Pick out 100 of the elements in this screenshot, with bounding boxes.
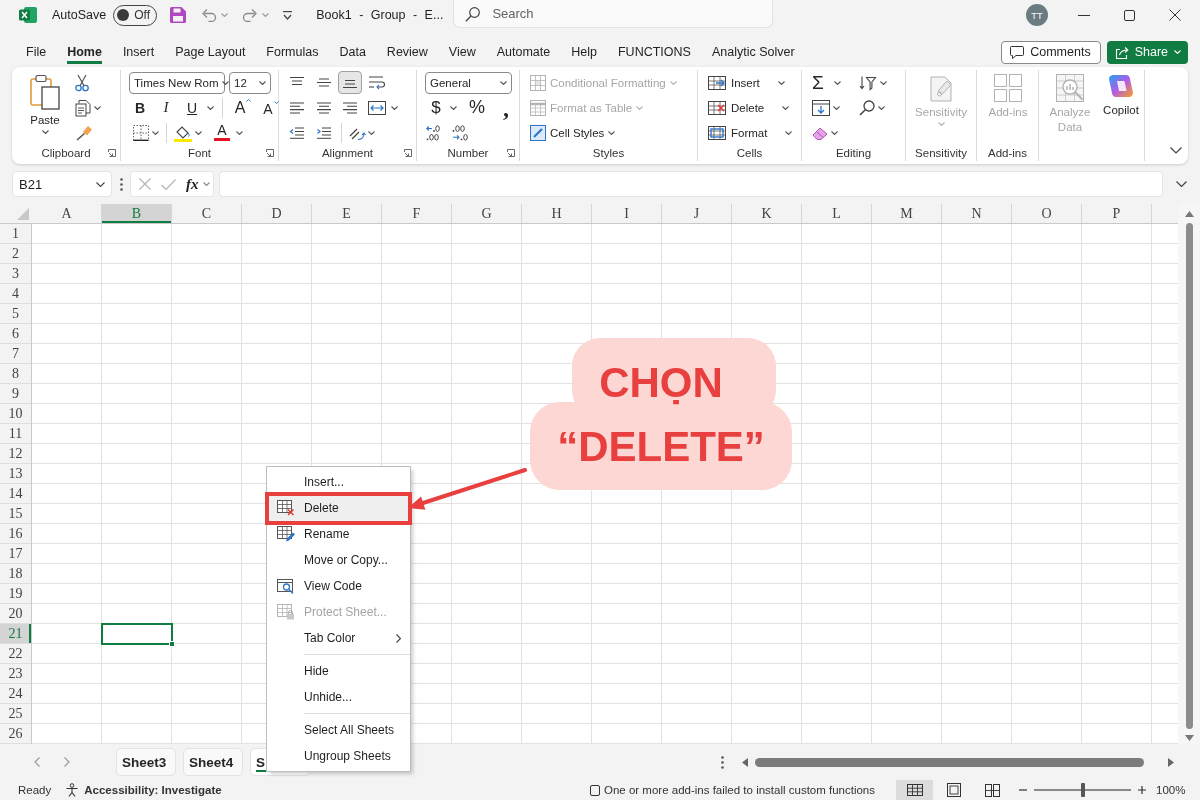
caret-icon[interactable]: [782, 105, 790, 110]
menu-item[interactable]: Ungroup Sheets: [267, 743, 410, 769]
column-header[interactable]: D: [242, 204, 312, 223]
sheet-tab[interactable]: Sheet4: [183, 748, 243, 776]
autosum-button[interactable]: Σ: [812, 71, 824, 94]
paintbrush-icon[interactable]: [75, 124, 93, 141]
increase-indent-icon[interactable]: [315, 126, 332, 139]
column-header[interactable]: O: [1012, 204, 1082, 223]
row-header[interactable]: 15: [0, 504, 31, 524]
menu-item[interactable]: View Code: [267, 573, 410, 599]
line-chevron-icon[interactable]: [283, 10, 293, 20]
column-header[interactable]: P: [1082, 204, 1152, 223]
cell-styles-button[interactable]: Cell Styles: [530, 120, 616, 145]
double-arrow-box-icon[interactable]: [367, 100, 386, 115]
caret-icon[interactable]: [391, 105, 398, 110]
redo-icon[interactable]: [242, 8, 259, 22]
caret-icon[interactable]: [877, 105, 885, 110]
user-avatar[interactable]: TT: [1026, 4, 1048, 26]
comments-button[interactable]: Comments: [1001, 40, 1101, 64]
row-header[interactable]: 24: [0, 684, 31, 704]
menu-item[interactable]: Tab Color: [267, 625, 410, 651]
ribbon-tab[interactable]: Review: [386, 40, 428, 64]
underline-button[interactable]: U: [181, 96, 203, 119]
row-header[interactable]: 26: [0, 724, 31, 744]
caret-icon[interactable]: [833, 105, 840, 110]
copilot-button[interactable]: Copilot: [1098, 70, 1144, 145]
normal-view-button[interactable]: [896, 780, 933, 800]
save-icon[interactable]: [169, 6, 188, 24]
chevron-down-icon[interactable]: [1176, 181, 1187, 187]
corner-arrow-icon[interactable]: [507, 149, 515, 157]
check-icon[interactable]: [161, 178, 176, 190]
grow-font-button[interactable]: A: [231, 96, 255, 119]
number-format-dropdown[interactable]: General: [425, 71, 512, 94]
eraser-icon[interactable]: [812, 125, 828, 140]
caret-icon[interactable]: [152, 130, 159, 135]
caret-icon[interactable]: [831, 130, 838, 135]
row-header[interactable]: 14: [0, 484, 31, 504]
caret-icon[interactable]: [195, 130, 202, 135]
row-header[interactable]: 2: [0, 244, 31, 264]
dotted-grid-icon[interactable]: [133, 124, 149, 141]
caret-icon[interactable]: [221, 80, 229, 85]
menu-item[interactable]: Unhide...: [267, 684, 410, 710]
ribbon-tab[interactable]: View: [448, 40, 476, 64]
caret-icon[interactable]: [777, 80, 785, 85]
column-header[interactable]: I: [592, 204, 662, 223]
caret-icon[interactable]: [41, 130, 49, 134]
chevron-down-icon[interactable]: [96, 181, 105, 187]
format-cells-button[interactable]: Format: [708, 120, 793, 145]
caret-icon[interactable]: [608, 130, 616, 135]
fill-handle[interactable]: [169, 641, 175, 647]
insert-cells-button[interactable]: Insert: [708, 70, 785, 95]
ribbon-tab[interactable]: Formulas: [266, 40, 319, 64]
align-bottom-button[interactable]: [338, 71, 362, 94]
caret-icon[interactable]: [450, 105, 457, 110]
maximize-icon[interactable]: [1124, 9, 1135, 21]
wrap-text-icon[interactable]: [367, 74, 386, 91]
row-header[interactable]: 13: [0, 464, 31, 484]
ribbon-tab[interactable]: Help: [571, 40, 597, 64]
column-header[interactable]: H: [522, 204, 592, 223]
font-color-button[interactable]: A: [211, 121, 233, 144]
menu-item[interactable]: Insert...: [267, 469, 410, 495]
caret-icon[interactable]: [368, 130, 375, 135]
column-header[interactable]: E: [312, 204, 382, 223]
ribbon-tab[interactable]: Page Layout: [175, 40, 246, 64]
row-header[interactable]: 5: [0, 304, 31, 324]
row-header[interactable]: 18: [0, 564, 31, 584]
delete-cells-button[interactable]: Delete: [708, 95, 790, 120]
column-header[interactable]: F: [382, 204, 452, 223]
formula-field[interactable]: [219, 171, 1163, 197]
column-header[interactable]: J: [662, 204, 732, 223]
column-header[interactable]: L: [802, 204, 872, 223]
row-header[interactable]: 10: [0, 404, 31, 424]
align-center-icon[interactable]: [315, 101, 332, 114]
caret-icon[interactable]: [207, 105, 214, 110]
down-arrow-box-icon[interactable]: [812, 99, 830, 116]
row-header[interactable]: 12: [0, 444, 31, 464]
close-icon[interactable]: [1169, 9, 1181, 21]
caret-icon[interactable]: [833, 80, 841, 85]
row-header[interactable]: 7: [0, 344, 31, 364]
selected-cell[interactable]: [101, 623, 173, 645]
down-triangle-icon[interactable]: [1184, 735, 1194, 741]
caret-icon[interactable]: [259, 80, 266, 85]
plus-icon[interactable]: [1138, 786, 1146, 794]
row-header[interactable]: 22: [0, 644, 31, 664]
corner-arrow-icon[interactable]: [108, 149, 116, 157]
name-box[interactable]: B21: [12, 171, 112, 197]
chevron-left-icon[interactable]: [34, 757, 40, 767]
chevron-right-icon[interactable]: [64, 757, 70, 767]
currency-button[interactable]: $: [425, 96, 447, 119]
decrease-decimal-icon[interactable]: [451, 124, 471, 141]
left-triangle-icon[interactable]: [742, 757, 748, 767]
vertical-dots-icon[interactable]: [120, 177, 123, 191]
scrollbar-thumb[interactable]: [755, 757, 1144, 767]
share-button[interactable]: Share: [1106, 40, 1188, 64]
menu-item[interactable]: Rename: [267, 521, 410, 547]
row-header[interactable]: 16: [0, 524, 31, 544]
caret-icon[interactable]: [236, 130, 243, 135]
undo-icon[interactable]: [201, 8, 218, 22]
row-header[interactable]: 8: [0, 364, 31, 384]
row-header[interactable]: 3: [0, 264, 31, 284]
